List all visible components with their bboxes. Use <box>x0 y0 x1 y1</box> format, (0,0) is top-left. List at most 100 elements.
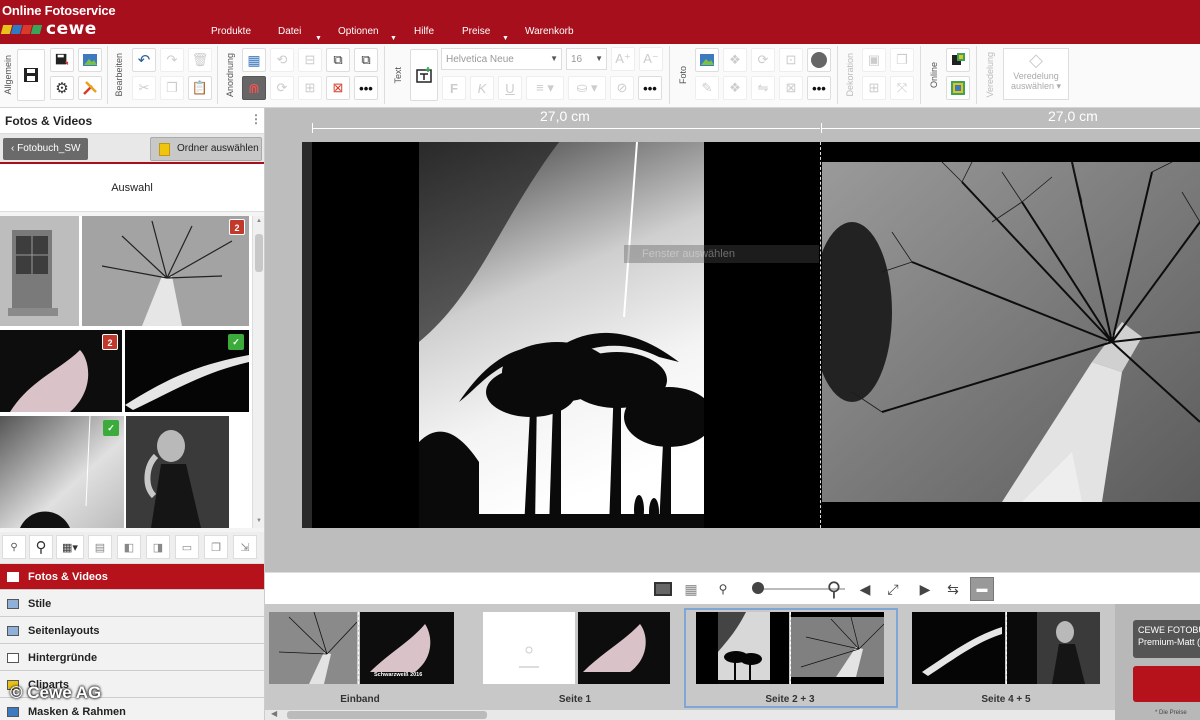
photo-thumbnail[interactable]: 2 <box>82 216 249 326</box>
scroll-up-icon[interactable]: ▲ <box>256 218 262 224</box>
scroll-down-icon[interactable]: ▼ <box>256 518 262 524</box>
film-page-1[interactable] <box>483 612 670 684</box>
zoom-out-button[interactable]: ⚲ <box>711 577 735 601</box>
text-align-button[interactable]: ≡ ▾ <box>526 76 564 100</box>
photo-effect-button[interactable]: ❖ <box>723 48 747 72</box>
online-share-button[interactable] <box>946 48 970 72</box>
fill-spread-button[interactable]: ▭ <box>175 535 199 559</box>
fullscreen-button[interactable]: ⤢ <box>881 577 905 601</box>
zoom-in-thumbs-button[interactable]: ⚲ <box>29 535 53 559</box>
category-fotos-videos[interactable]: Fotos & Videos <box>0 564 264 590</box>
category-hintergruende[interactable]: Hintergründe <box>0 645 264 671</box>
selection-header[interactable]: Auswahl <box>0 164 264 212</box>
add-photo-button[interactable] <box>695 48 719 72</box>
online-photo-button[interactable] <box>946 76 970 100</box>
category-seitenlayouts[interactable]: Seitenlayouts <box>0 618 264 644</box>
save-button[interactable] <box>17 49 45 101</box>
add-to-cart-button[interactable] <box>1133 666 1200 702</box>
scroll-thumb[interactable] <box>287 711 487 719</box>
photo-thumbnail[interactable] <box>0 216 79 326</box>
deco-copy-button[interactable]: ❐ <box>890 48 914 72</box>
category-stile[interactable]: Stile <box>0 591 264 617</box>
no-fill-button[interactable]: ⊘ <box>610 76 634 100</box>
next-page-button[interactable]: ▶ <box>913 577 937 601</box>
text-color-button[interactable]: ⛀ ▾ <box>568 76 606 100</box>
film-page-2-3[interactable] <box>696 612 884 684</box>
film-page-cover[interactable]: Schwarzweiß 2016 <box>269 612 454 684</box>
photo-flip-button[interactable]: ⇋ <box>751 76 775 100</box>
photo-sepia-button[interactable] <box>807 48 831 72</box>
settings-button[interactable]: ⚙ <box>50 76 74 100</box>
italic-button[interactable]: K <box>470 76 494 100</box>
photo-thumbnail[interactable] <box>126 416 229 528</box>
undo-button[interactable]: ↶ <box>132 48 156 72</box>
menu-hilfe[interactable]: Hilfe <box>414 24 434 39</box>
film-page-4-5[interactable] <box>912 612 1100 684</box>
tools-button[interactable] <box>78 76 102 100</box>
underline-button[interactable]: U <box>498 76 522 100</box>
font-shrink-button[interactable]: A⁻ <box>639 47 663 71</box>
photo-thumbnail[interactable]: ✓ <box>125 330 249 412</box>
photo-edit-button[interactable]: ✎ <box>695 76 719 100</box>
photo-upload-button[interactable] <box>78 48 102 72</box>
more-text-button[interactable]: ••• <box>638 76 662 100</box>
bold-button[interactable]: F <box>442 76 466 100</box>
photo-frame-left[interactable] <box>419 142 704 528</box>
veredelung-button[interactable]: ◇ Veredelung auswählen ▾ <box>1003 48 1069 100</box>
more-photo-button[interactable]: ••• <box>807 76 831 100</box>
photo-filter-button[interactable]: ❖ <box>723 76 747 100</box>
font-grow-button[interactable]: A⁺ <box>611 47 635 71</box>
zoom-slider-knob[interactable] <box>752 582 764 594</box>
align-button[interactable]: ⊟ <box>298 48 322 72</box>
font-size-select[interactable]: 16 ▼ <box>566 48 607 70</box>
photo-remove-button[interactable]: ⊠ <box>779 76 803 100</box>
font-family-select[interactable]: Helvetica Neue ▼ <box>441 48 562 70</box>
filmstrip-scrollbar[interactable]: ◀ <box>265 709 1115 720</box>
delete-button[interactable]: 🗑 <box>188 48 212 72</box>
photo-frame-right[interactable] <box>822 162 1200 502</box>
import-button[interactable]: ⇲ <box>233 535 257 559</box>
photo-rotate-button[interactable]: ⟳ <box>751 48 775 72</box>
menu-produkte[interactable]: Produkte <box>211 24 251 39</box>
distribute-button[interactable]: ⊞ <box>298 76 322 100</box>
view-mode-button[interactable]: ▦▾ <box>56 535 84 559</box>
choose-folder-button[interactable]: Ordner auswählen <box>150 137 262 161</box>
add-text-button[interactable] <box>410 49 438 101</box>
deco-clip-button[interactable]: ⊞ <box>862 76 886 100</box>
grid-button[interactable]: ▦ <box>242 48 266 72</box>
menu-warenkorb[interactable]: Warenkorb <box>525 24 574 39</box>
cut-button[interactable]: ✂ <box>132 76 156 100</box>
rotate-right-button[interactable]: ⟳ <box>270 76 294 100</box>
fill-left-button[interactable]: ◧ <box>117 535 141 559</box>
menu-datei[interactable]: Datei ▼ <box>278 24 322 42</box>
photo-thumbnail[interactable]: ✓ <box>0 416 124 528</box>
auto-fill-button[interactable]: ▤ <box>88 535 112 559</box>
zoom-in-button[interactable]: ⚲ <box>822 577 846 601</box>
product-info[interactable]: CEWE FOTOBU Premium-Matt (2 <box>1133 620 1200 658</box>
logo[interactable]: Online Fotoservice cewe <box>0 3 122 43</box>
menu-preise[interactable]: Preise ▼ <box>462 24 509 42</box>
fill-right-button[interactable]: ◨ <box>146 535 170 559</box>
layer-front-button[interactable]: ⧉ <box>326 48 350 72</box>
paste-button[interactable]: 📋 <box>188 76 212 100</box>
scroll-thumb[interactable] <box>255 234 263 272</box>
redo-button[interactable]: ↷ <box>160 48 184 72</box>
deco-stretch-button[interactable]: ⤧ <box>890 76 914 100</box>
deco-frame-button[interactable]: ▣ <box>862 48 886 72</box>
overview-view-button[interactable]: ▦ <box>679 577 703 601</box>
remove-frame-button[interactable]: ⊠ <box>326 76 350 100</box>
rotate-left-button[interactable]: ⟲ <box>270 48 294 72</box>
save-as-button[interactable] <box>50 48 74 72</box>
photo-info-button[interactable]: ❐ <box>204 535 228 559</box>
zoom-out-thumbs-button[interactable]: ⚲ <box>2 535 26 559</box>
page-actions-button[interactable]: ⇆ <box>941 577 965 601</box>
panel-grip-icon[interactable]: ⋮ <box>250 112 262 126</box>
prev-page-button[interactable]: ◀ <box>853 577 877 601</box>
single-page-view-button[interactable] <box>651 577 675 601</box>
photo-scrollbar[interactable]: ▲ ▼ <box>252 216 264 528</box>
menu-optionen[interactable]: Optionen ▼ <box>338 24 397 42</box>
layer-back-button[interactable]: ⧉ <box>354 48 378 72</box>
page-spread[interactable]: Fenster auswählen <box>302 142 1200 528</box>
photo-crop-button[interactable]: ⊡ <box>779 48 803 72</box>
more-arrange-button[interactable]: ••• <box>354 76 378 100</box>
